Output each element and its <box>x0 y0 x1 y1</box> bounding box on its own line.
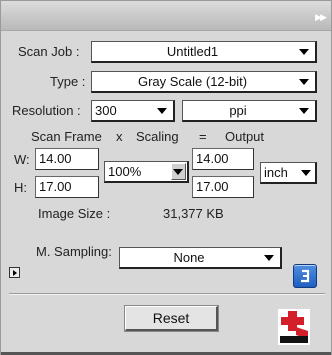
microtek-logo <box>278 309 310 345</box>
scaling-header: Scaling <box>136 129 179 144</box>
resolution-label: Resolution : <box>12 103 81 118</box>
scan-job-label: Scan Job : <box>18 44 80 59</box>
titlebar-grip <box>1 11 331 25</box>
height-input[interactable]: 17.00 <box>35 176 99 198</box>
m-sampling-dropdown[interactable]: None <box>119 247 282 269</box>
type-dropdown[interactable]: Gray Scale (12-bit) <box>91 71 317 93</box>
section-divider <box>9 293 325 295</box>
chevron-down-icon <box>173 169 183 175</box>
resolution-dropdown[interactable]: 300 <box>91 100 175 122</box>
resolution-unit-value: ppi <box>229 103 247 118</box>
scan-job-value: Untitled1 <box>166 44 219 59</box>
width-output-field[interactable]: 14.00 <box>192 148 254 170</box>
chevron-down-icon <box>299 49 309 55</box>
width-label: W: <box>14 152 30 167</box>
image-size-label: Image Size : <box>38 206 111 221</box>
height-label: H: <box>14 180 27 195</box>
reset-button[interactable]: Reset <box>124 305 219 332</box>
equals-header: = <box>199 129 207 144</box>
units-dropdown[interactable]: inch <box>260 162 317 184</box>
units-value: inch <box>264 165 288 180</box>
chevron-down-icon <box>301 170 311 176</box>
scanner-control-panel: ▶▶ Scan Job : Untitled1 Type : Gray Scal… <box>0 0 332 355</box>
resolution-value: 300 <box>95 103 117 118</box>
scaling-stepper-button[interactable] <box>171 163 186 180</box>
height-output-field[interactable]: 17.00 <box>192 176 254 198</box>
triangle-right-icon[interactable] <box>9 267 20 278</box>
scan-frame-header: Scan Frame <box>31 129 102 144</box>
double-chevron-right-icon[interactable]: ▶▶ <box>315 12 327 22</box>
m-sampling-value: None <box>173 250 205 265</box>
scaling-dropdown[interactable]: 100% <box>104 161 189 183</box>
panel-titlebar[interactable]: ▶▶ <box>1 1 331 31</box>
output-header: Output <box>225 129 265 144</box>
square-bracket-glyph <box>301 269 310 283</box>
scaling-value: 100% <box>108 164 142 179</box>
times-header: x <box>116 129 123 144</box>
type-label: Type : <box>50 74 86 89</box>
chevron-down-icon <box>157 108 167 114</box>
width-input[interactable]: 14.00 <box>35 148 99 170</box>
square-bracket-icon[interactable] <box>293 264 317 288</box>
scan-job-dropdown[interactable]: Untitled1 <box>91 41 317 63</box>
m-sampling-label: M. Sampling: <box>36 244 112 259</box>
resolution-unit-dropdown[interactable]: ppi <box>182 100 317 122</box>
chevron-down-icon <box>299 108 309 114</box>
type-value: Gray Scale (12-bit) <box>137 74 248 89</box>
logo-graphic <box>278 309 310 345</box>
chevron-down-icon <box>299 79 309 85</box>
image-size-value: 31,377 KB <box>163 206 224 221</box>
chevron-down-icon <box>264 255 274 261</box>
